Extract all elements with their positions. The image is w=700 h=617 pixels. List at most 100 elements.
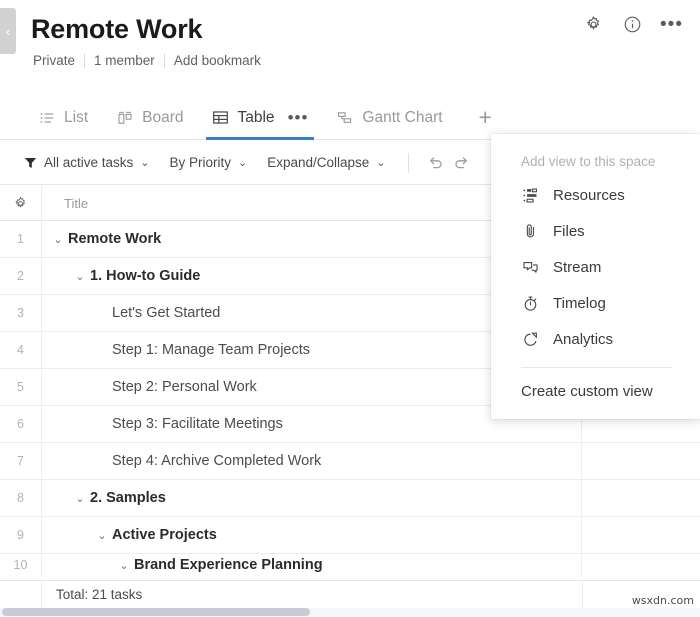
table-row[interactable]: 7⌄Step 4: Archive Completed Work <box>0 443 700 480</box>
menu-item-stream[interactable]: Stream <box>491 249 700 285</box>
menu-heading: Add view to this space <box>491 134 700 177</box>
row-title-text: Brand Experience Planning <box>134 557 323 573</box>
row-number: 4 <box>0 332 42 368</box>
gear-icon[interactable] <box>583 14 604 35</box>
total-tasks-label: Total: 21 tasks <box>42 587 582 602</box>
row-expand-toggle-icon[interactable]: ⌄ <box>92 529 112 542</box>
menu-item-label: Resources <box>553 187 625 204</box>
add-view-button[interactable]: + <box>467 106 504 129</box>
menu-item-analytics[interactable]: Analytics <box>491 321 700 357</box>
list-icon <box>38 109 55 126</box>
table-row[interactable]: 8⌄2. Samples <box>0 480 700 517</box>
row-secondary-cell[interactable] <box>582 517 700 553</box>
row-expand-toggle-icon[interactable]: ⌄ <box>70 270 90 283</box>
menu-item-label: Analytics <box>553 331 613 348</box>
row-title-cell[interactable]: ⌄Step 4: Archive Completed Work <box>42 443 582 479</box>
filter-icon <box>24 156 37 170</box>
row-title-text: Let's Get Started <box>112 305 220 321</box>
resources-icon <box>521 186 540 205</box>
gantt-icon <box>336 109 353 126</box>
row-title-text: Step 1: Manage Team Projects <box>112 342 310 358</box>
row-number: 10 <box>0 554 42 576</box>
row-number: 3 <box>0 295 42 331</box>
undo-button[interactable] <box>423 150 449 176</box>
filter-dropdown[interactable]: All active tasks ⌄ <box>24 155 150 170</box>
row-title-text: Remote Work <box>68 231 161 247</box>
footer-gutter <box>0 581 42 608</box>
row-number: 6 <box>0 406 42 442</box>
row-title-text: Step 2: Personal Work <box>112 379 257 395</box>
horizontal-scrollbar-track[interactable] <box>0 608 700 617</box>
toolbar-divider <box>408 153 409 173</box>
grouping-label: By Priority <box>170 155 232 170</box>
row-secondary-cell[interactable] <box>582 443 700 479</box>
menu-item-label: Timelog <box>553 295 606 312</box>
row-title-text: 2. Samples <box>90 490 166 506</box>
row-number: 7 <box>0 443 42 479</box>
row-title-text: Active Projects <box>112 527 217 543</box>
tab-gantt-chart[interactable]: Gantt Chart <box>322 96 456 140</box>
expand-collapse-dropdown[interactable]: Expand/Collapse ⌄ <box>267 155 385 170</box>
menu-item-label: Files <box>553 223 585 240</box>
header-actions: ••• <box>583 14 682 35</box>
chevron-down-icon: ⌄ <box>376 156 385 169</box>
page-header: Remote Work Private 1 member Add bookmar… <box>0 0 700 90</box>
row-number: 2 <box>0 258 42 294</box>
add-view-menu: Add view to this space Resources <box>491 134 700 419</box>
row-number: 8 <box>0 480 42 516</box>
expand-collapse-label: Expand/Collapse <box>267 155 369 170</box>
row-title-cell[interactable]: ⌄2. Samples <box>42 480 582 516</box>
row-expand-toggle-icon[interactable]: ⌄ <box>48 233 68 246</box>
meta-privacy[interactable]: Private <box>24 53 84 68</box>
row-number: 1 <box>0 221 42 257</box>
stream-icon <box>521 258 540 277</box>
tab-list[interactable]: List <box>24 96 102 140</box>
board-icon <box>116 109 133 126</box>
paperclip-icon <box>521 222 540 241</box>
row-expand-toggle-icon[interactable]: ⌄ <box>114 559 134 572</box>
tab-label: List <box>64 109 88 127</box>
app-root: ‹ Remote Work Private 1 member Add bookm… <box>0 0 700 617</box>
menu-item-create-custom-view[interactable]: Create custom view <box>491 368 700 414</box>
meta-add-bookmark[interactable]: Add bookmark <box>165 53 270 68</box>
page-meta-row: Private 1 member Add bookmark <box>24 53 270 68</box>
menu-item-resources[interactable]: Resources <box>491 177 700 213</box>
redo-button[interactable] <box>449 150 475 176</box>
chevron-down-icon: ⌄ <box>140 156 149 169</box>
menu-item-label: Stream <box>553 259 601 276</box>
info-icon[interactable] <box>622 14 643 35</box>
stopwatch-icon <box>521 294 540 313</box>
meta-members[interactable]: 1 member <box>85 53 164 68</box>
menu-item-timelog[interactable]: Timelog <box>491 285 700 321</box>
tab-label: Gantt Chart <box>362 109 442 127</box>
row-number: 9 <box>0 517 42 553</box>
page-title: Remote Work <box>31 14 202 45</box>
tab-board[interactable]: Board <box>102 96 197 140</box>
menu-item-files[interactable]: Files <box>491 213 700 249</box>
row-title-text: Step 4: Archive Completed Work <box>112 453 321 469</box>
column-settings-button[interactable] <box>0 186 42 220</box>
row-title-text: Step 3: Facilitate Meetings <box>112 416 283 432</box>
table-row[interactable]: 9⌄Active Projects <box>0 517 700 554</box>
pie-chart-icon <box>521 330 540 349</box>
table-icon <box>212 109 229 126</box>
row-title-cell[interactable]: ⌄Active Projects <box>42 517 582 553</box>
tab-label: Table <box>238 109 275 127</box>
row-secondary-cell[interactable] <box>582 554 700 576</box>
filter-label: All active tasks <box>44 155 133 170</box>
tab-label: Board <box>142 109 183 127</box>
tab-table[interactable]: Table ••• <box>198 96 323 140</box>
table-row[interactable]: 10⌄Brand Experience Planning <box>0 554 700 576</box>
horizontal-scrollbar-thumb[interactable] <box>2 608 310 616</box>
row-title-cell[interactable]: ⌄Brand Experience Planning <box>42 554 582 576</box>
chevron-down-icon: ⌄ <box>238 156 247 169</box>
grouping-dropdown[interactable]: By Priority ⌄ <box>170 155 248 170</box>
row-number: 5 <box>0 369 42 405</box>
row-expand-toggle-icon[interactable]: ⌄ <box>70 492 90 505</box>
more-options-icon[interactable]: ••• <box>661 14 682 35</box>
gear-icon <box>13 196 28 211</box>
table-footer: Total: 21 tasks <box>0 580 700 608</box>
tab-more-icon[interactable]: ••• <box>288 114 309 122</box>
row-secondary-cell[interactable] <box>582 480 700 516</box>
row-title-text: 1. How-to Guide <box>90 268 200 284</box>
